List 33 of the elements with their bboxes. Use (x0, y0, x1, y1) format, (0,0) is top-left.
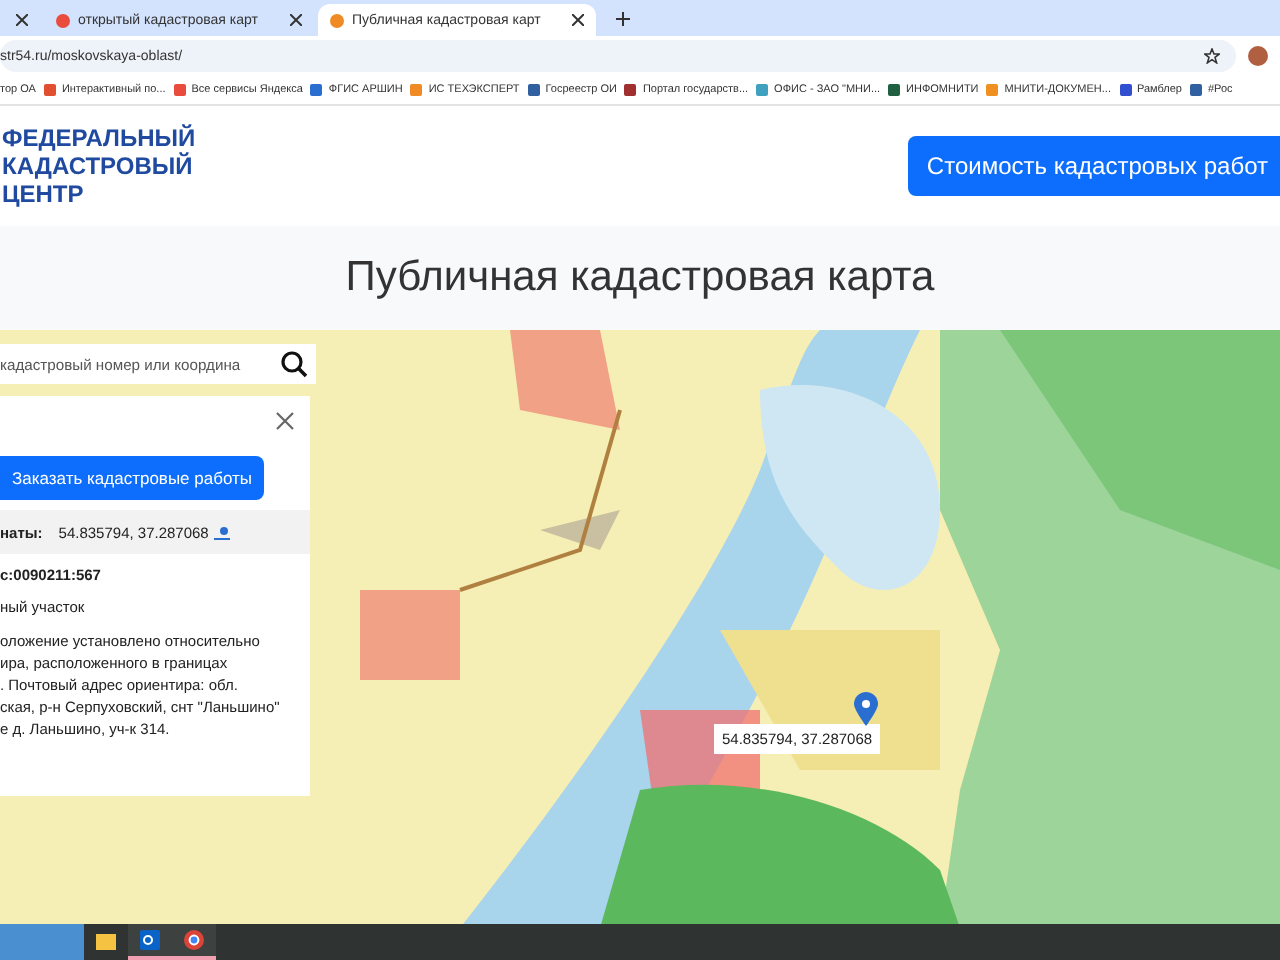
map-pin-icon[interactable] (854, 692, 878, 726)
order-button[interactable]: Заказать кадастровые работы (0, 456, 265, 500)
close-button[interactable] (276, 411, 294, 429)
star-icon[interactable] (1204, 48, 1220, 64)
bookmark-favicon-icon (310, 84, 323, 96)
page-title: Публичная кадастровая карта (0, 226, 1280, 330)
pin-icon[interactable] (214, 525, 231, 539)
avatar-icon[interactable] (1248, 46, 1268, 66)
new-tab-icon[interactable] (616, 12, 631, 26)
bookmark-favicon-icon (888, 84, 901, 96)
close-icon[interactable] (572, 14, 585, 26)
bookmark-favicon-icon (624, 84, 637, 96)
browser-icon (184, 930, 204, 950)
bookmark-favicon-icon (986, 84, 999, 96)
bookmark-favicon-icon (1190, 84, 1202, 96)
bookmark-favicon-icon (1119, 84, 1131, 96)
logo-text: ФЕДЕРАЛЬНЫЙ КАДАСТРОВЫЙ ЦЕНТР (2, 124, 196, 208)
mail-icon (140, 930, 160, 950)
start-button[interactable] (0, 924, 84, 960)
bookmark-favicon-icon (756, 84, 769, 96)
bookmark-favicon-icon (410, 84, 423, 96)
cost-button[interactable]: Стоимость кадастровых работ (908, 136, 1280, 196)
bookmark-favicon-icon (43, 84, 56, 96)
close-icon[interactable] (16, 14, 28, 26)
bookmark-favicon-icon (173, 84, 186, 96)
bookmark-favicon-icon (527, 84, 540, 96)
favicon-icon (56, 13, 70, 27)
taskbar-app[interactable] (128, 924, 172, 960)
close-icon[interactable] (289, 14, 302, 26)
folder-icon (96, 931, 116, 949)
favicon-icon (329, 13, 344, 27)
taskbar-app[interactable] (172, 924, 216, 960)
search-icon[interactable] (280, 350, 308, 378)
